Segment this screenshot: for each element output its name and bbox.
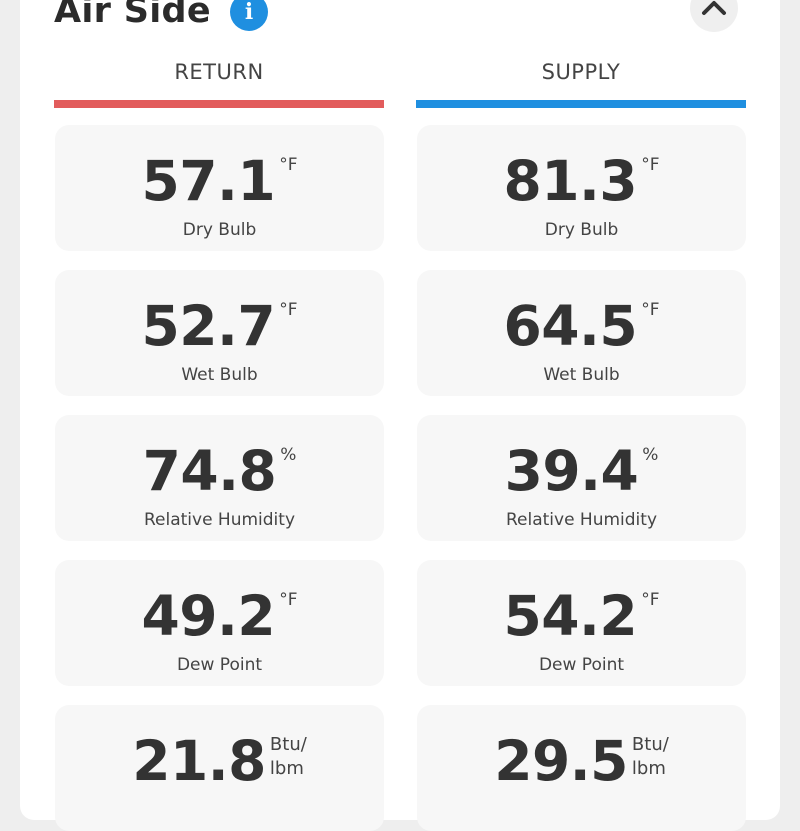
metric-label: Dew Point: [538, 655, 625, 675]
metric-label: Wet Bulb: [181, 365, 258, 385]
metric-value: 57.1: [141, 149, 276, 213]
metric-unit: °F: [641, 590, 660, 610]
metric-label: Wet Bulb: [543, 365, 620, 385]
metric-label: Dry Bulb: [182, 220, 257, 240]
metric-unit-line2: lbm: [269, 758, 304, 779]
metric-value: 21.8: [132, 729, 266, 793]
metric-value: 52.7: [141, 294, 276, 358]
supply-column-header: SUPPLY: [541, 60, 621, 84]
supply-wet-bulb-tile: 64.5 °F Wet Bulb: [417, 270, 746, 396]
metric-unit: °F: [641, 300, 660, 320]
return-wet-bulb-tile: 52.7 °F Wet Bulb: [55, 270, 384, 396]
metric-label: Relative Humidity: [505, 510, 658, 530]
metric-unit: °F: [279, 590, 298, 610]
supply-enthalpy-tile: 29.5 Btu/lbm: [417, 705, 746, 831]
return-dew-point-tile: 49.2 °F Dew Point: [55, 560, 384, 686]
metric-unit: %: [280, 445, 297, 465]
return-enthalpy-tile: 21.8 Btu/lbm: [55, 705, 384, 831]
supply-color-bar: [416, 100, 746, 108]
metric-value: 74.8: [142, 439, 277, 503]
metric-unit-line1: Btu/: [631, 734, 669, 755]
supply-dew-point-tile: 54.2 °F Dew Point: [417, 560, 746, 686]
return-color-bar: [54, 100, 384, 108]
metric-unit: %: [642, 445, 659, 465]
metric-label: Relative Humidity: [143, 510, 296, 530]
metric-unit-line2: lbm: [631, 758, 666, 779]
supply-dry-bulb-tile: 81.3 °F Dry Bulb: [417, 125, 746, 251]
metric-label: Dew Point: [176, 655, 263, 675]
section-title: Air Side: [54, 0, 211, 31]
return-dry-bulb-tile: 57.1 °F Dry Bulb: [55, 125, 384, 251]
metric-value: 29.5: [494, 729, 628, 793]
metric-value: 81.3: [503, 149, 638, 213]
air-side-card: [20, 0, 780, 820]
metric-value: 39.4: [504, 439, 639, 503]
metric-unit: °F: [279, 300, 298, 320]
metric-value: 49.2: [141, 584, 276, 648]
return-relative-humidity-tile: 74.8 % Relative Humidity: [55, 415, 384, 541]
metric-unit: Btu/lbm: [270, 733, 307, 781]
metric-unit: °F: [641, 155, 660, 175]
supply-relative-humidity-tile: 39.4 % Relative Humidity: [417, 415, 746, 541]
metric-unit-line1: Btu/: [269, 734, 307, 755]
chevron-up-icon: [702, 1, 726, 15]
metric-unit: Btu/lbm: [632, 733, 669, 781]
return-column-header: RETURN: [174, 60, 264, 84]
metric-value: 64.5: [503, 294, 638, 358]
metric-unit: °F: [279, 155, 298, 175]
metric-label: Dry Bulb: [544, 220, 619, 240]
metric-value: 54.2: [503, 584, 638, 648]
